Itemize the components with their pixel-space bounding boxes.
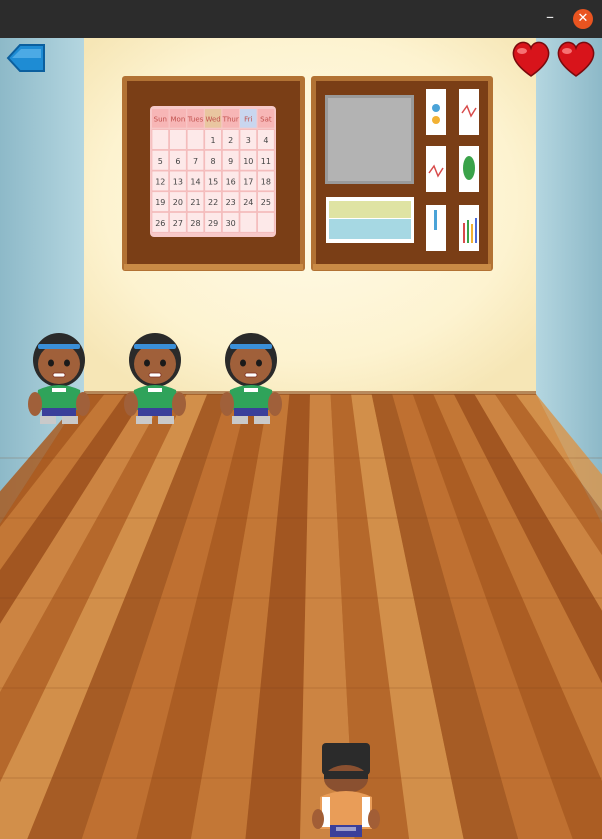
calendar-date: 16 [226, 177, 236, 186]
calendar-cell [151, 129, 169, 150]
classroom-scene: Sun Mon Tues Wed Thur Fri Sat 1 2 3 4 5 6 7 8 9 10 11 12 13… [0, 38, 602, 839]
calendar-date: 23 [226, 198, 236, 207]
calendar-day-label: Tues [187, 115, 204, 123]
calendar-board: Sun Mon Tues Wed Thur Fri Sat1 2 3 45 6 7 8 9 10 1112 13… [122, 76, 305, 271]
pinboard [311, 76, 493, 271]
calendar-date: 8 [211, 157, 216, 166]
minimize-button[interactable]: – [540, 8, 560, 28]
arrow-left-icon [6, 44, 45, 72]
calendar-date: 24 [243, 198, 253, 207]
calendar-date: 1 [211, 136, 216, 145]
calendar-date: 15 [208, 177, 218, 186]
calendar-date: 17 [243, 177, 253, 186]
lives-display [510, 40, 600, 80]
back-button[interactable] [6, 42, 46, 74]
calendar-date: 5 [158, 157, 163, 166]
game-window: – ✕ Sun Mon Tues Wed Thur Fri Sat 1 2 3 … [0, 0, 602, 839]
calendar-day-label: Fri [244, 115, 252, 123]
room-background: Sun Mon Tues Wed Thur Fri Sat1 2 3 45 6 7 8 9 10 1112 13… [0, 38, 602, 839]
calendar-date: 13 [173, 177, 183, 186]
calendar-date: 28 [190, 219, 200, 228]
calendar-date: 11 [261, 157, 271, 166]
heart-icon [512, 41, 550, 77]
calendar-date: 6 [175, 157, 180, 166]
classmate-character[interactable] [26, 330, 92, 428]
classmate-character[interactable] [122, 330, 188, 428]
calendar-date: 9 [228, 157, 233, 166]
calendar-date: 26 [155, 219, 165, 228]
player-character[interactable] [310, 741, 382, 839]
calendar-cell [257, 212, 275, 233]
calendar-day-label: Mon [171, 115, 186, 123]
classmate-character[interactable] [218, 330, 284, 428]
heart-icon [557, 41, 595, 77]
calendar-date: 20 [173, 198, 183, 207]
calendar-day-label: Wed [205, 115, 220, 123]
calendar-date: 18 [261, 177, 271, 186]
calendar-date: 12 [155, 177, 165, 186]
calendar-day-label: Sun [154, 115, 167, 123]
calendar-date: 10 [243, 157, 253, 166]
calendar-cell [186, 129, 205, 150]
calendar-date: 3 [246, 136, 251, 145]
calendar-date: 21 [190, 198, 200, 207]
title-bar: – ✕ [0, 0, 602, 38]
calendar-date: 19 [155, 198, 165, 207]
calendar-cell [169, 129, 187, 150]
calendar-date: 29 [208, 219, 218, 228]
calendar-date: 25 [261, 198, 271, 207]
calendar-date: 2 [228, 136, 233, 145]
calendar-date: 27 [173, 219, 183, 228]
calendar-date: 7 [193, 157, 198, 166]
calendar-date: 14 [190, 177, 200, 186]
calendar-day-label: Thur [222, 115, 239, 123]
calendar-date: 30 [226, 219, 236, 228]
close-button[interactable]: ✕ [573, 9, 593, 29]
calendar-cell [239, 212, 257, 233]
calendar-day-label: Sat [260, 115, 272, 123]
calendar-date: 4 [263, 136, 268, 145]
calendar-date: 22 [208, 198, 218, 207]
